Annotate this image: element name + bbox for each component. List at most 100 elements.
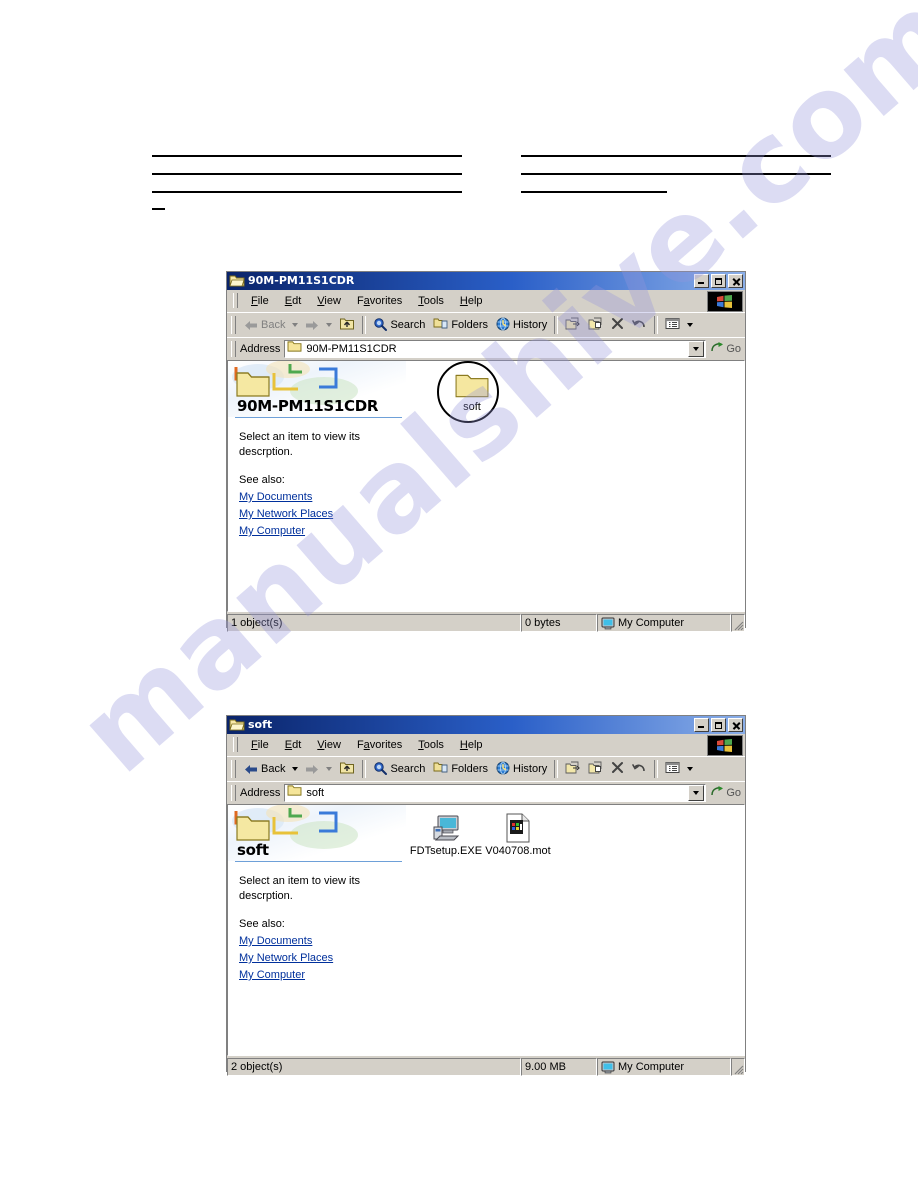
address-grip[interactable] bbox=[231, 785, 236, 801]
explorer-window-window-cdr[interactable]: 90M-PM11S1CDR File Edt View Favorites Tools He… bbox=[226, 271, 746, 632]
back-button[interactable]: Back bbox=[240, 317, 289, 333]
forward-button[interactable] bbox=[301, 318, 323, 333]
folder-contents-area[interactable]: soft Select an item to view its descrptio… bbox=[227, 804, 745, 1056]
title-bar[interactable]: 90M-PM11S1CDR bbox=[227, 272, 745, 290]
resize-grip[interactable] bbox=[731, 614, 745, 632]
forward-dropdown-icon[interactable] bbox=[326, 323, 333, 327]
search-button[interactable]: Search bbox=[369, 759, 429, 780]
see-also-link-my-documents[interactable]: My Documents bbox=[239, 491, 312, 503]
arrow-left-icon bbox=[245, 764, 257, 774]
list-item[interactable]: V040708.mot bbox=[478, 813, 558, 857]
standard-toolbar[interactable]: Back Search Folders History bbox=[227, 756, 745, 781]
toolbar-grip[interactable] bbox=[231, 316, 236, 334]
windows-logo-button[interactable] bbox=[707, 735, 743, 756]
menu-item-favorites[interactable]: Favorites bbox=[349, 737, 410, 753]
address-input[interactable]: soft bbox=[284, 784, 707, 802]
menu-item-file[interactable]: File bbox=[243, 293, 277, 309]
copy-to-button[interactable] bbox=[584, 315, 607, 336]
resize-grip[interactable] bbox=[731, 1058, 745, 1076]
views-button[interactable] bbox=[661, 315, 684, 335]
history-icon bbox=[496, 761, 510, 778]
delete-button[interactable] bbox=[607, 759, 628, 779]
back-dropdown-icon[interactable] bbox=[292, 323, 299, 327]
menu-grip[interactable] bbox=[233, 293, 238, 308]
menu-bar[interactable]: File Edt View Favorites Tools Help bbox=[227, 734, 745, 756]
views-dropdown-icon[interactable] bbox=[687, 767, 694, 771]
address-dropdown-button[interactable] bbox=[688, 341, 705, 357]
menu-bar[interactable]: File Edt View Favorites Tools Help bbox=[227, 290, 745, 312]
see-also-link-my-documents[interactable]: My Documents bbox=[239, 935, 312, 947]
back-button[interactable]: Back bbox=[240, 761, 289, 777]
standard-toolbar[interactable]: Back Search Folders History bbox=[227, 312, 745, 337]
status-size: 0 bytes bbox=[521, 614, 597, 632]
folder-icon bbox=[229, 718, 245, 732]
maximize-button[interactable] bbox=[711, 274, 726, 288]
menu-item-view[interactable]: View bbox=[309, 737, 349, 753]
address-input[interactable]: 90M-PM11S1CDR bbox=[284, 340, 707, 358]
folder-contents-area[interactable]: 90M-PM11S1CDR Select an item to view its … bbox=[227, 360, 745, 612]
copy-to-button[interactable] bbox=[584, 759, 607, 780]
list-item[interactable]: FDTsetup.EXE bbox=[406, 813, 486, 857]
menu-item-view[interactable]: View bbox=[309, 293, 349, 309]
delete-button[interactable] bbox=[607, 315, 628, 335]
explorer-window-window-soft[interactable]: soft File Edt View Favorites Tools Help Back Sea… bbox=[226, 715, 746, 1076]
window-controls[interactable] bbox=[694, 274, 743, 288]
address-bar[interactable]: Address 90M-PM11S1CDR Go bbox=[227, 337, 745, 360]
history-button[interactable]: History bbox=[492, 759, 551, 780]
history-button[interactable]: History bbox=[492, 315, 551, 336]
menu-item-favorites[interactable]: Favorites bbox=[349, 293, 410, 309]
go-button[interactable]: Go bbox=[706, 341, 745, 357]
status-size: 9.00 MB bbox=[521, 1058, 597, 1076]
undo-button[interactable] bbox=[628, 759, 651, 779]
views-button[interactable] bbox=[661, 759, 684, 779]
minimize-button[interactable] bbox=[694, 274, 709, 288]
forward-dropdown-icon[interactable] bbox=[326, 767, 333, 771]
go-label: Go bbox=[726, 343, 741, 355]
copy-to-icon bbox=[588, 317, 603, 334]
menu-item-file[interactable]: File bbox=[243, 737, 277, 753]
my-computer-icon bbox=[601, 1061, 615, 1074]
back-dropdown-icon[interactable] bbox=[292, 767, 299, 771]
address-grip[interactable] bbox=[231, 341, 236, 357]
views-dropdown-icon[interactable] bbox=[687, 323, 694, 327]
close-icon[interactable] bbox=[728, 718, 743, 732]
see-also-link-my-network-places[interactable]: My Network Places bbox=[239, 952, 333, 964]
minimize-button[interactable] bbox=[694, 718, 709, 732]
forward-button[interactable] bbox=[301, 762, 323, 777]
file-icon-list[interactable]: FDTsetup.EXE V040708.mot bbox=[406, 805, 744, 1055]
undo-button[interactable] bbox=[628, 315, 651, 335]
see-also-link-my-computer[interactable]: My Computer bbox=[239, 525, 305, 537]
window-controls[interactable] bbox=[694, 718, 743, 732]
views-icon bbox=[665, 317, 680, 333]
up-button[interactable] bbox=[335, 758, 359, 780]
menu-item-tools[interactable]: Tools bbox=[410, 293, 452, 309]
title-bar[interactable]: soft bbox=[227, 716, 745, 734]
menu-item-help[interactable]: Help bbox=[452, 737, 491, 753]
menu-item-edt[interactable]: Edt bbox=[277, 293, 310, 309]
menu-item-tools[interactable]: Tools bbox=[410, 737, 452, 753]
redaction-rule-right-1 bbox=[521, 173, 831, 175]
toolbar-grip[interactable] bbox=[231, 760, 236, 778]
up-button[interactable] bbox=[335, 314, 359, 336]
address-dropdown-button[interactable] bbox=[688, 785, 705, 801]
close-icon[interactable] bbox=[728, 274, 743, 288]
up-folder-icon bbox=[339, 316, 355, 334]
windows-logo-button[interactable] bbox=[707, 291, 743, 312]
see-also-link-my-network-places[interactable]: My Network Places bbox=[239, 508, 333, 520]
address-bar[interactable]: Address soft Go bbox=[227, 781, 745, 804]
search-button[interactable]: Search bbox=[369, 315, 429, 336]
move-to-button[interactable] bbox=[561, 315, 584, 336]
history-label: History bbox=[513, 319, 548, 331]
menu-item-help[interactable]: Help bbox=[452, 293, 491, 309]
views-icon bbox=[665, 761, 680, 777]
menu-item-edt[interactable]: Edt bbox=[277, 737, 310, 753]
move-to-button[interactable] bbox=[561, 759, 584, 780]
see-also-link-my-computer[interactable]: My Computer bbox=[239, 969, 305, 981]
file-icon-list[interactable]: soft bbox=[406, 361, 744, 611]
menu-grip[interactable] bbox=[233, 737, 238, 752]
maximize-button[interactable] bbox=[711, 718, 726, 732]
folders-button[interactable]: Folders bbox=[429, 759, 492, 779]
arrow-left-icon bbox=[245, 320, 257, 330]
go-button[interactable]: Go bbox=[706, 785, 745, 801]
folders-button[interactable]: Folders bbox=[429, 315, 492, 335]
